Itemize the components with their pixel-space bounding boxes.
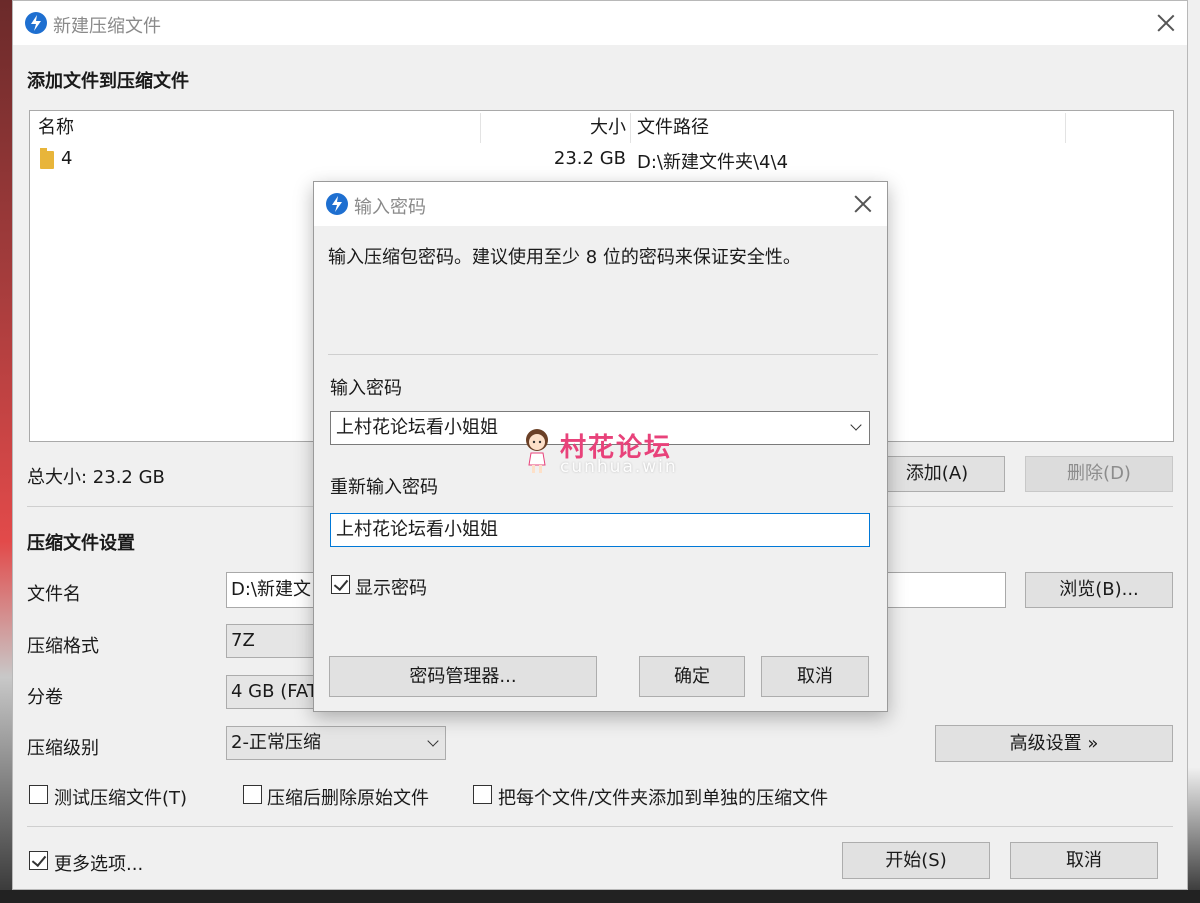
watermark-url: cunhua.win	[560, 457, 678, 477]
start-button[interactable]: 开始(S)	[842, 842, 990, 879]
password-value: 上村花论坛看小姐姐	[336, 417, 498, 438]
column-separator	[630, 113, 631, 143]
app-logo-icon	[25, 12, 47, 34]
separate-archives-checkbox[interactable]	[473, 785, 492, 804]
column-separator	[480, 113, 481, 143]
dialog-titlebar: 输入密码	[314, 182, 887, 226]
confirm-password-input[interactable]: 上村花论坛看小姐姐	[330, 513, 870, 547]
close-icon[interactable]	[1155, 12, 1177, 34]
app-logo-icon	[326, 193, 348, 215]
dialog-message: 输入压缩包密码。建议使用至少 8 位的密码来保证安全性。	[328, 247, 801, 268]
desktop-background-right	[1188, 0, 1200, 903]
divider	[27, 826, 1173, 827]
confirm-password-label: 重新输入密码	[330, 477, 438, 498]
taskbar-edge	[0, 890, 1200, 903]
watermark: 村花论坛 cunhua.win	[520, 423, 690, 481]
main-cancel-button[interactable]: 取消	[1010, 842, 1158, 879]
show-password-label[interactable]: 显示密码	[355, 574, 427, 600]
total-size: 总大小: 23.2 GB	[27, 467, 165, 488]
test-archive-label[interactable]: 测试压缩文件(T)	[54, 784, 187, 810]
split-label: 分卷	[27, 687, 63, 708]
more-options-label[interactable]: 更多选项...	[54, 850, 143, 876]
settings-section-title: 压缩文件设置	[27, 533, 135, 554]
password-manager-button[interactable]: 密码管理器...	[329, 656, 597, 697]
add-button[interactable]: 添加(A)	[869, 456, 1005, 492]
level-select[interactable]: 2-正常压缩	[226, 726, 446, 760]
divider	[328, 354, 878, 355]
column-size-header[interactable]: 大小	[586, 111, 626, 145]
column-name-header[interactable]: 名称	[38, 111, 74, 145]
filename-label: 文件名	[27, 584, 81, 605]
row-size: 23.2 GB	[553, 148, 626, 169]
dialog-cancel-button[interactable]: 取消	[761, 656, 869, 697]
chevron-down-icon	[427, 735, 439, 747]
column-separator	[1065, 113, 1066, 143]
chevron-down-icon	[850, 419, 862, 431]
separate-archives-label[interactable]: 把每个文件/文件夹添加到单独的压缩文件	[498, 784, 828, 810]
advanced-settings-button[interactable]: 高级设置 »	[935, 725, 1173, 762]
main-titlebar: 新建压缩文件	[13, 1, 1187, 45]
watermark-mascot-icon	[526, 429, 548, 473]
row-path: D:\新建文件夹\4\4	[637, 152, 789, 173]
level-select-value: 2-正常压缩	[231, 732, 321, 753]
more-options-checkbox[interactable]	[29, 851, 48, 870]
delete-button[interactable]: 删除(D)	[1025, 456, 1173, 492]
column-path-header[interactable]: 文件路径	[637, 111, 709, 145]
folder-icon	[40, 148, 54, 169]
browse-button[interactable]: 浏览(B)...	[1025, 572, 1173, 608]
ok-button[interactable]: 确定	[639, 656, 745, 697]
dialog-close-icon[interactable]	[852, 193, 874, 215]
delete-after-checkbox[interactable]	[243, 785, 262, 804]
dialog-title: 输入密码	[354, 197, 426, 218]
row-name: 4	[61, 148, 73, 169]
delete-after-label[interactable]: 压缩后删除原始文件	[267, 784, 429, 810]
desktop-background-left	[0, 0, 12, 903]
test-archive-checkbox[interactable]	[29, 785, 48, 804]
show-password-checkbox[interactable]	[331, 575, 350, 594]
files-section-title: 添加文件到压缩文件	[27, 71, 189, 92]
window-title: 新建压缩文件	[53, 16, 161, 37]
format-label: 压缩格式	[27, 636, 99, 657]
password-label: 输入密码	[330, 378, 402, 399]
level-label: 压缩级别	[27, 738, 99, 759]
